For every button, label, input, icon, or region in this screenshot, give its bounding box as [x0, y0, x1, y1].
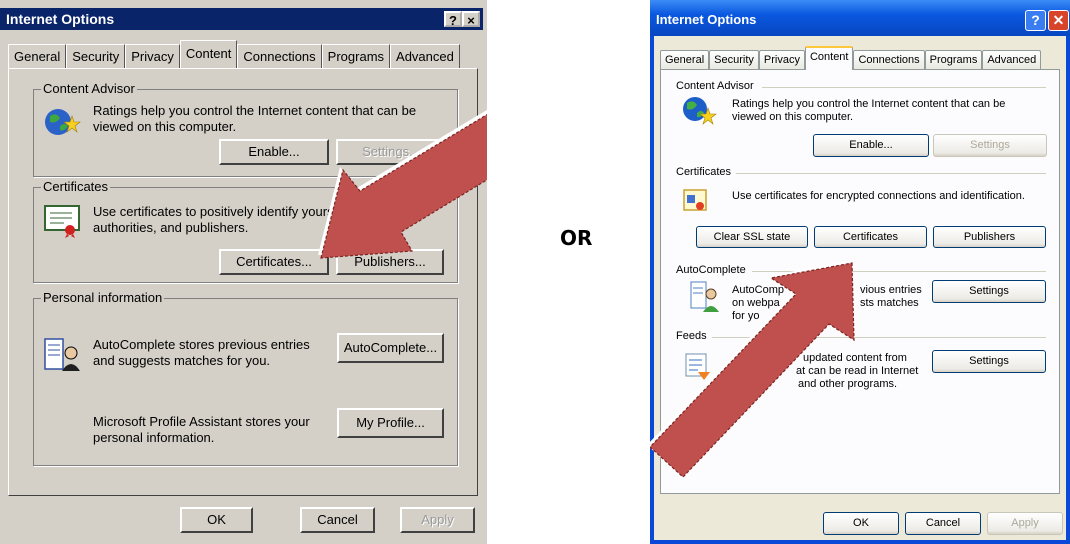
arrow-to-certificates-icon — [318, 109, 487, 259]
or-separator: OR — [560, 226, 593, 250]
xp-dialog: Internet Options ? ✕ General Security Pr… — [650, 0, 1070, 544]
arrow-to-xp-certificates-icon — [650, 261, 855, 478]
classic-dialog: Internet Options ? × General Security Pr… — [0, 0, 487, 544]
tab-content[interactable]: Content — [179, 40, 238, 68]
xp-tab-content[interactable]: Content — [804, 46, 854, 70]
